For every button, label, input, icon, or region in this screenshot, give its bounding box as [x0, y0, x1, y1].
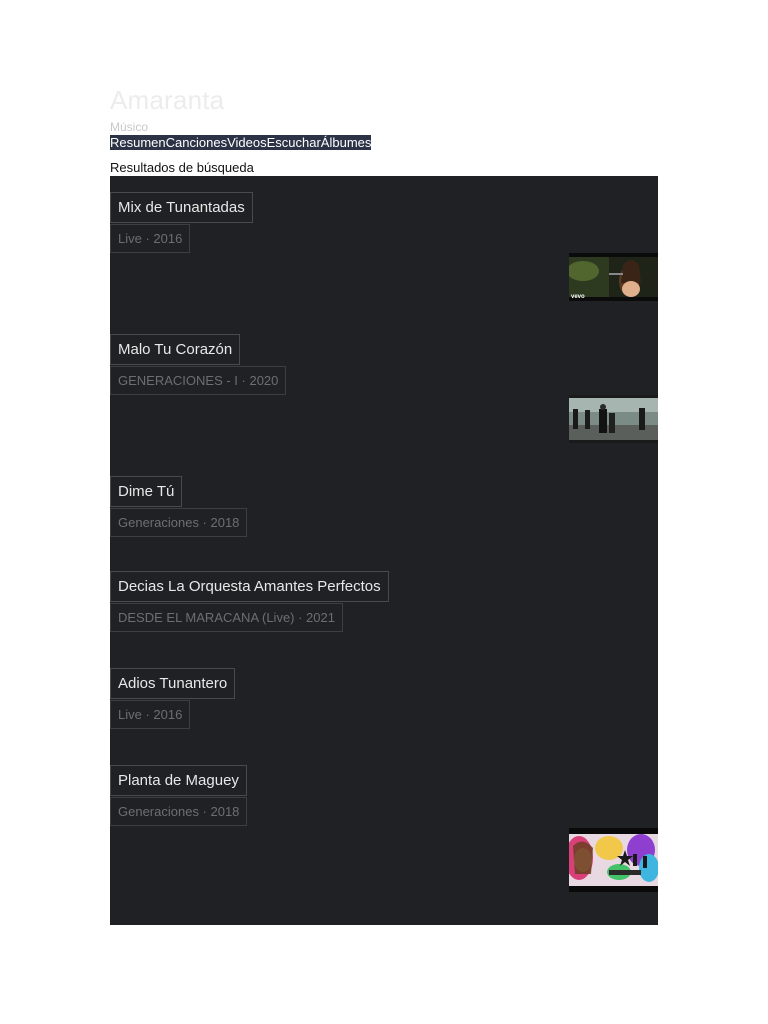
artist-page: Amaranta Músico Resumen Canciones Videos… — [110, 84, 658, 925]
result-item: Mix de Tunantadas Live · 2016 — [110, 192, 658, 253]
tab-escuchar[interactable]: Escuchar — [267, 135, 321, 150]
video-thumbnail[interactable] — [569, 395, 658, 443]
result-item: Adios Tunantero Live · 2016 — [110, 668, 658, 729]
result-meta: Live · 2016 — [110, 224, 191, 253]
results-list: Mix de Tunantadas Live · 2016 vevo Malo … — [110, 176, 658, 925]
video-thumbnail[interactable]: vevo — [569, 253, 658, 301]
result-meta: Generaciones · 2018 — [110, 508, 248, 537]
result-meta: DESDE EL MARACANA (Live) · 2021 — [110, 603, 343, 632]
result-item: Dime Tú Generaciones · 2018 — [110, 476, 658, 537]
artist-type: Músico — [110, 120, 149, 134]
result-item: Planta de Maguey Generaciones · 2018 — [110, 765, 658, 826]
result-title[interactable]: Planta de Maguey — [110, 765, 247, 796]
result-meta: Generaciones · 2018 — [110, 797, 248, 826]
result-item: Malo Tu Corazón GENERACIONES - I · 2020 — [110, 334, 658, 395]
artist-name: Amaranta — [110, 85, 225, 115]
thumbnail-caption: vevo — [571, 294, 585, 300]
tab-canciones[interactable]: Canciones — [166, 135, 227, 150]
result-title[interactable]: Dime Tú — [110, 476, 183, 507]
tab-albumes[interactable]: Álbumes — [321, 135, 372, 150]
video-thumbnail[interactable] — [569, 828, 658, 892]
tab-videos[interactable]: Videos — [227, 135, 267, 150]
tab-resumen[interactable]: Resumen — [110, 135, 166, 150]
result-title[interactable]: Mix de Tunantadas — [110, 192, 253, 223]
results-heading: Resultados de búsqueda — [110, 160, 254, 175]
result-meta: Live · 2016 — [110, 700, 191, 729]
result-title[interactable]: Malo Tu Corazón — [110, 334, 241, 365]
result-meta: GENERACIONES - I · 2020 — [110, 366, 287, 395]
tab-bar: Resumen Canciones Videos Escuchar Álbume… — [110, 135, 372, 150]
result-item: Decias La Orquesta Amantes Perfectos DES… — [110, 571, 658, 632]
result-title[interactable]: Adios Tunantero — [110, 668, 236, 699]
result-title[interactable]: Decias La Orquesta Amantes Perfectos — [110, 571, 389, 602]
